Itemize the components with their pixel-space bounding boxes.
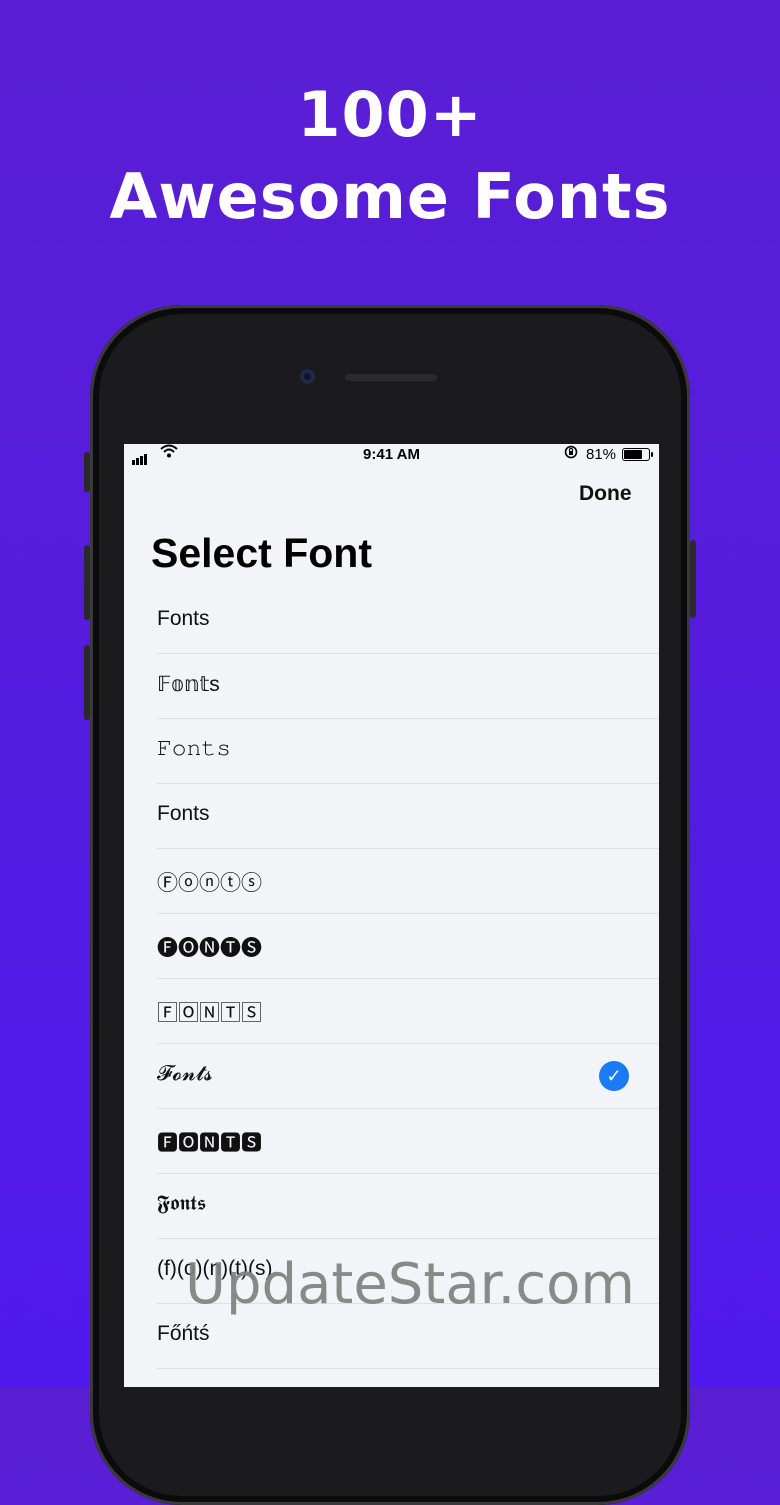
font-option-label: 𝔽𝕠𝕟𝕥s [157,673,220,696]
font-option-row[interactable]: Ⓕⓞⓝⓣⓢ [157,849,659,914]
battery-fill [624,450,642,459]
font-option-row[interactable]: Fonts [157,784,659,849]
headline-line-1: 100+ [297,78,483,151]
font-option-label: 🄵🄾🄽🅃🅂 [157,1002,262,1025]
power-button [690,540,696,618]
front-camera-icon [300,369,315,384]
font-option-row[interactable]: 𝔽𝕠𝕟𝕥s [157,654,659,719]
font-option-row[interactable]: 𝙵𝚘𝚗𝚝𝚜 [157,719,659,784]
orientation-lock-icon [564,445,578,462]
font-option-row[interactable]: 𝓕𝓸𝓷𝓽𝓼 ✓ [157,1044,659,1109]
font-option-label: 𝙵𝚘𝚗𝚝𝚜 [157,737,232,760]
battery-icon [622,448,653,461]
font-option-label: 🅕🅞🅝🅣🅢 [157,937,262,960]
font-option-label: Fonts [157,607,210,630]
font-option-label: 𝕱𝖔𝖓𝖙𝖘 [157,1192,207,1215]
font-option-label: Főńtś [157,1322,210,1345]
font-option-row[interactable]: 🅕🅞🅝🅣🅢 [157,914,659,979]
font-option-row[interactable]: 𝕱𝖔𝖓𝖙𝖘 [157,1174,659,1239]
earpiece-speaker [345,374,437,381]
page-title: Select Font [151,530,372,576]
status-bar: 9:41 AM 81% [124,444,659,466]
font-option-label: Ⓕⓞⓝⓣⓢ [157,872,262,895]
done-button[interactable]: Done [579,482,632,506]
font-option-row[interactable]: 🄵🄾🄽🅃🅂 [157,979,659,1044]
battery-percent: 81% [586,446,617,463]
checkmark-icon: ✓ [599,1061,629,1091]
font-option-label: 🅵🅾🅽🆃🆂 [157,1132,262,1155]
watermark: UpdateStar.com [185,1252,635,1317]
headline-line-2: Awesome Fonts [109,160,671,233]
font-option-row[interactable]: Fonts [157,589,659,654]
font-option-row[interactable]: 🅵🅾🅽🆃🆂 [157,1109,659,1174]
phone-screen: 9:41 AM 81% Done Select Font Fonts 𝔽𝕠𝕟𝕥s 𝙵… [124,444,659,1387]
status-time: 9:41 AM [363,446,420,463]
font-option-label: 𝓕𝓸𝓷𝓽𝓼 [157,1062,213,1085]
font-option-label: Fonts [157,802,210,825]
